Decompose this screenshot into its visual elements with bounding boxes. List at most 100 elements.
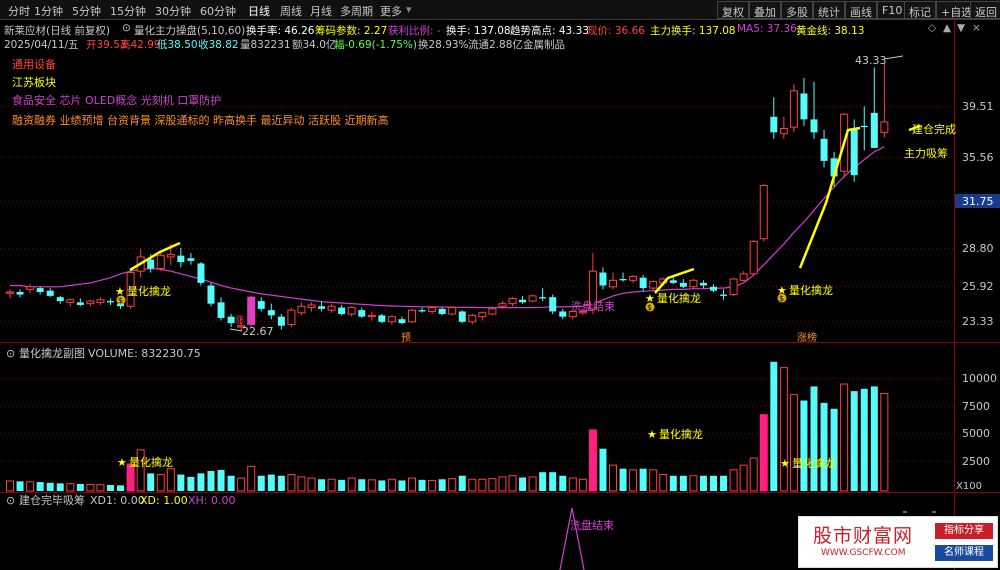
volume-axis-label: 10000 — [962, 372, 997, 385]
volume-bar — [779, 367, 788, 492]
volume-bar — [117, 485, 125, 491]
volume-bar — [729, 469, 738, 492]
bottom-washout-label: 洗盘结束 — [570, 518, 614, 532]
candle-body — [277, 316, 285, 326]
watermark-brand: 股市财富网 — [813, 525, 914, 547]
watermark-url: WWW.GSCFW.COM — [821, 548, 906, 558]
watermark-tag-share[interactable]: 指标分享 — [935, 523, 993, 539]
dollar-coin-glyph: $ — [779, 294, 784, 303]
candle-body — [759, 185, 768, 240]
volume-bar — [739, 464, 748, 492]
candle-body — [629, 275, 638, 281]
volume-bar — [710, 475, 717, 491]
candle-body — [307, 304, 316, 309]
candle-body — [779, 127, 788, 135]
candle-body — [327, 305, 336, 311]
volume-bar — [177, 474, 185, 491]
volume-bar — [498, 476, 507, 492]
candle-body — [207, 285, 215, 304]
volume-bar — [297, 476, 306, 492]
volume-bar — [619, 468, 627, 491]
volume-bar — [46, 482, 54, 491]
washout-spike — [559, 507, 585, 570]
candle-body — [498, 303, 507, 307]
volume-bar — [588, 429, 597, 492]
volume-bar — [880, 392, 889, 492]
volume-bar — [549, 472, 557, 491]
candle-body — [468, 314, 477, 323]
candle-body — [820, 138, 828, 161]
volume-panel-title: 量化擒龙副图 — [19, 346, 85, 360]
volume-signal-label: 量化擒龙 — [659, 427, 703, 441]
candle-body — [749, 240, 758, 275]
price-axis-label: 28.80 — [962, 242, 994, 255]
price-axis-label: 23.33 — [962, 315, 994, 328]
signal-label: 量化擒龙 — [657, 291, 701, 305]
candle-body — [418, 310, 426, 312]
volume-bar — [438, 479, 446, 491]
price-axis-label: 25.92 — [962, 280, 994, 293]
price-axis-label: 35.56 — [962, 151, 994, 164]
volume-bar — [277, 475, 285, 491]
candle-body — [86, 300, 95, 305]
candle-body — [378, 315, 386, 322]
volume-axis-label: 5000 — [962, 427, 990, 440]
dollar-coin-glyph: $ — [647, 303, 652, 312]
volume-bar — [800, 400, 808, 491]
volume-bar — [96, 484, 105, 492]
volume-value: VOLUME: 832230.75 — [88, 347, 201, 360]
volume-bar — [488, 478, 497, 492]
volume-bar — [820, 402, 828, 491]
volume-bar — [699, 475, 707, 491]
volume-axis-label: 2500 — [962, 455, 990, 468]
volume-bar — [187, 476, 195, 491]
bottom-panel-title: 建仓完毕吸筹 — [19, 493, 85, 507]
candle-body — [639, 277, 647, 289]
volume-bar — [107, 485, 114, 491]
volume-bar — [197, 473, 205, 491]
candle-body — [257, 301, 265, 309]
volume-bar — [629, 469, 638, 492]
volume-bar — [508, 475, 517, 492]
ma-line — [10, 146, 885, 309]
volume-bar — [16, 481, 24, 491]
kline-chart[interactable]: 39.51 35.56 31.75 28.80 25.92 23.33 43.3… — [0, 0, 1000, 570]
watermark-tag-course[interactable]: 名师课程 — [935, 545, 993, 561]
main-absorb-label: 主力吸筹 — [904, 146, 948, 160]
volume-bar — [237, 477, 246, 492]
volume-bar — [458, 475, 466, 491]
candle-body — [96, 299, 105, 303]
candle-body — [367, 314, 376, 318]
candle-body — [36, 288, 44, 292]
candle-body — [438, 308, 446, 315]
volume-bar — [478, 478, 487, 492]
candle-body — [26, 286, 35, 290]
candle-body — [508, 297, 517, 305]
candle-body — [850, 129, 858, 176]
volume-bar — [689, 475, 698, 492]
candle-body — [559, 311, 567, 317]
candle-body — [710, 286, 717, 291]
candle-body — [428, 307, 437, 312]
candle-body — [66, 299, 75, 303]
volume-bar — [398, 480, 406, 491]
volume-bar — [166, 468, 175, 492]
volume-bar — [257, 475, 265, 491]
volume-bar — [76, 483, 84, 491]
signal-star-icon: ★ — [117, 456, 127, 469]
candle-body — [76, 302, 84, 305]
price-axis-label: 31.75 — [962, 195, 994, 208]
candle-body — [107, 301, 114, 303]
volume-panel-icon: ⊙ — [6, 347, 15, 360]
candle-body — [729, 278, 738, 296]
volume-bar — [307, 477, 316, 492]
volume-bar — [519, 477, 527, 491]
volume-bar — [408, 477, 416, 492]
candle-body — [197, 263, 205, 283]
xh-value: XH: 0.00 — [188, 494, 236, 507]
candle-body — [699, 282, 707, 286]
candle-body — [166, 253, 175, 258]
volume-bar — [830, 408, 838, 491]
candle-body — [398, 319, 406, 324]
candle-body — [267, 310, 275, 316]
